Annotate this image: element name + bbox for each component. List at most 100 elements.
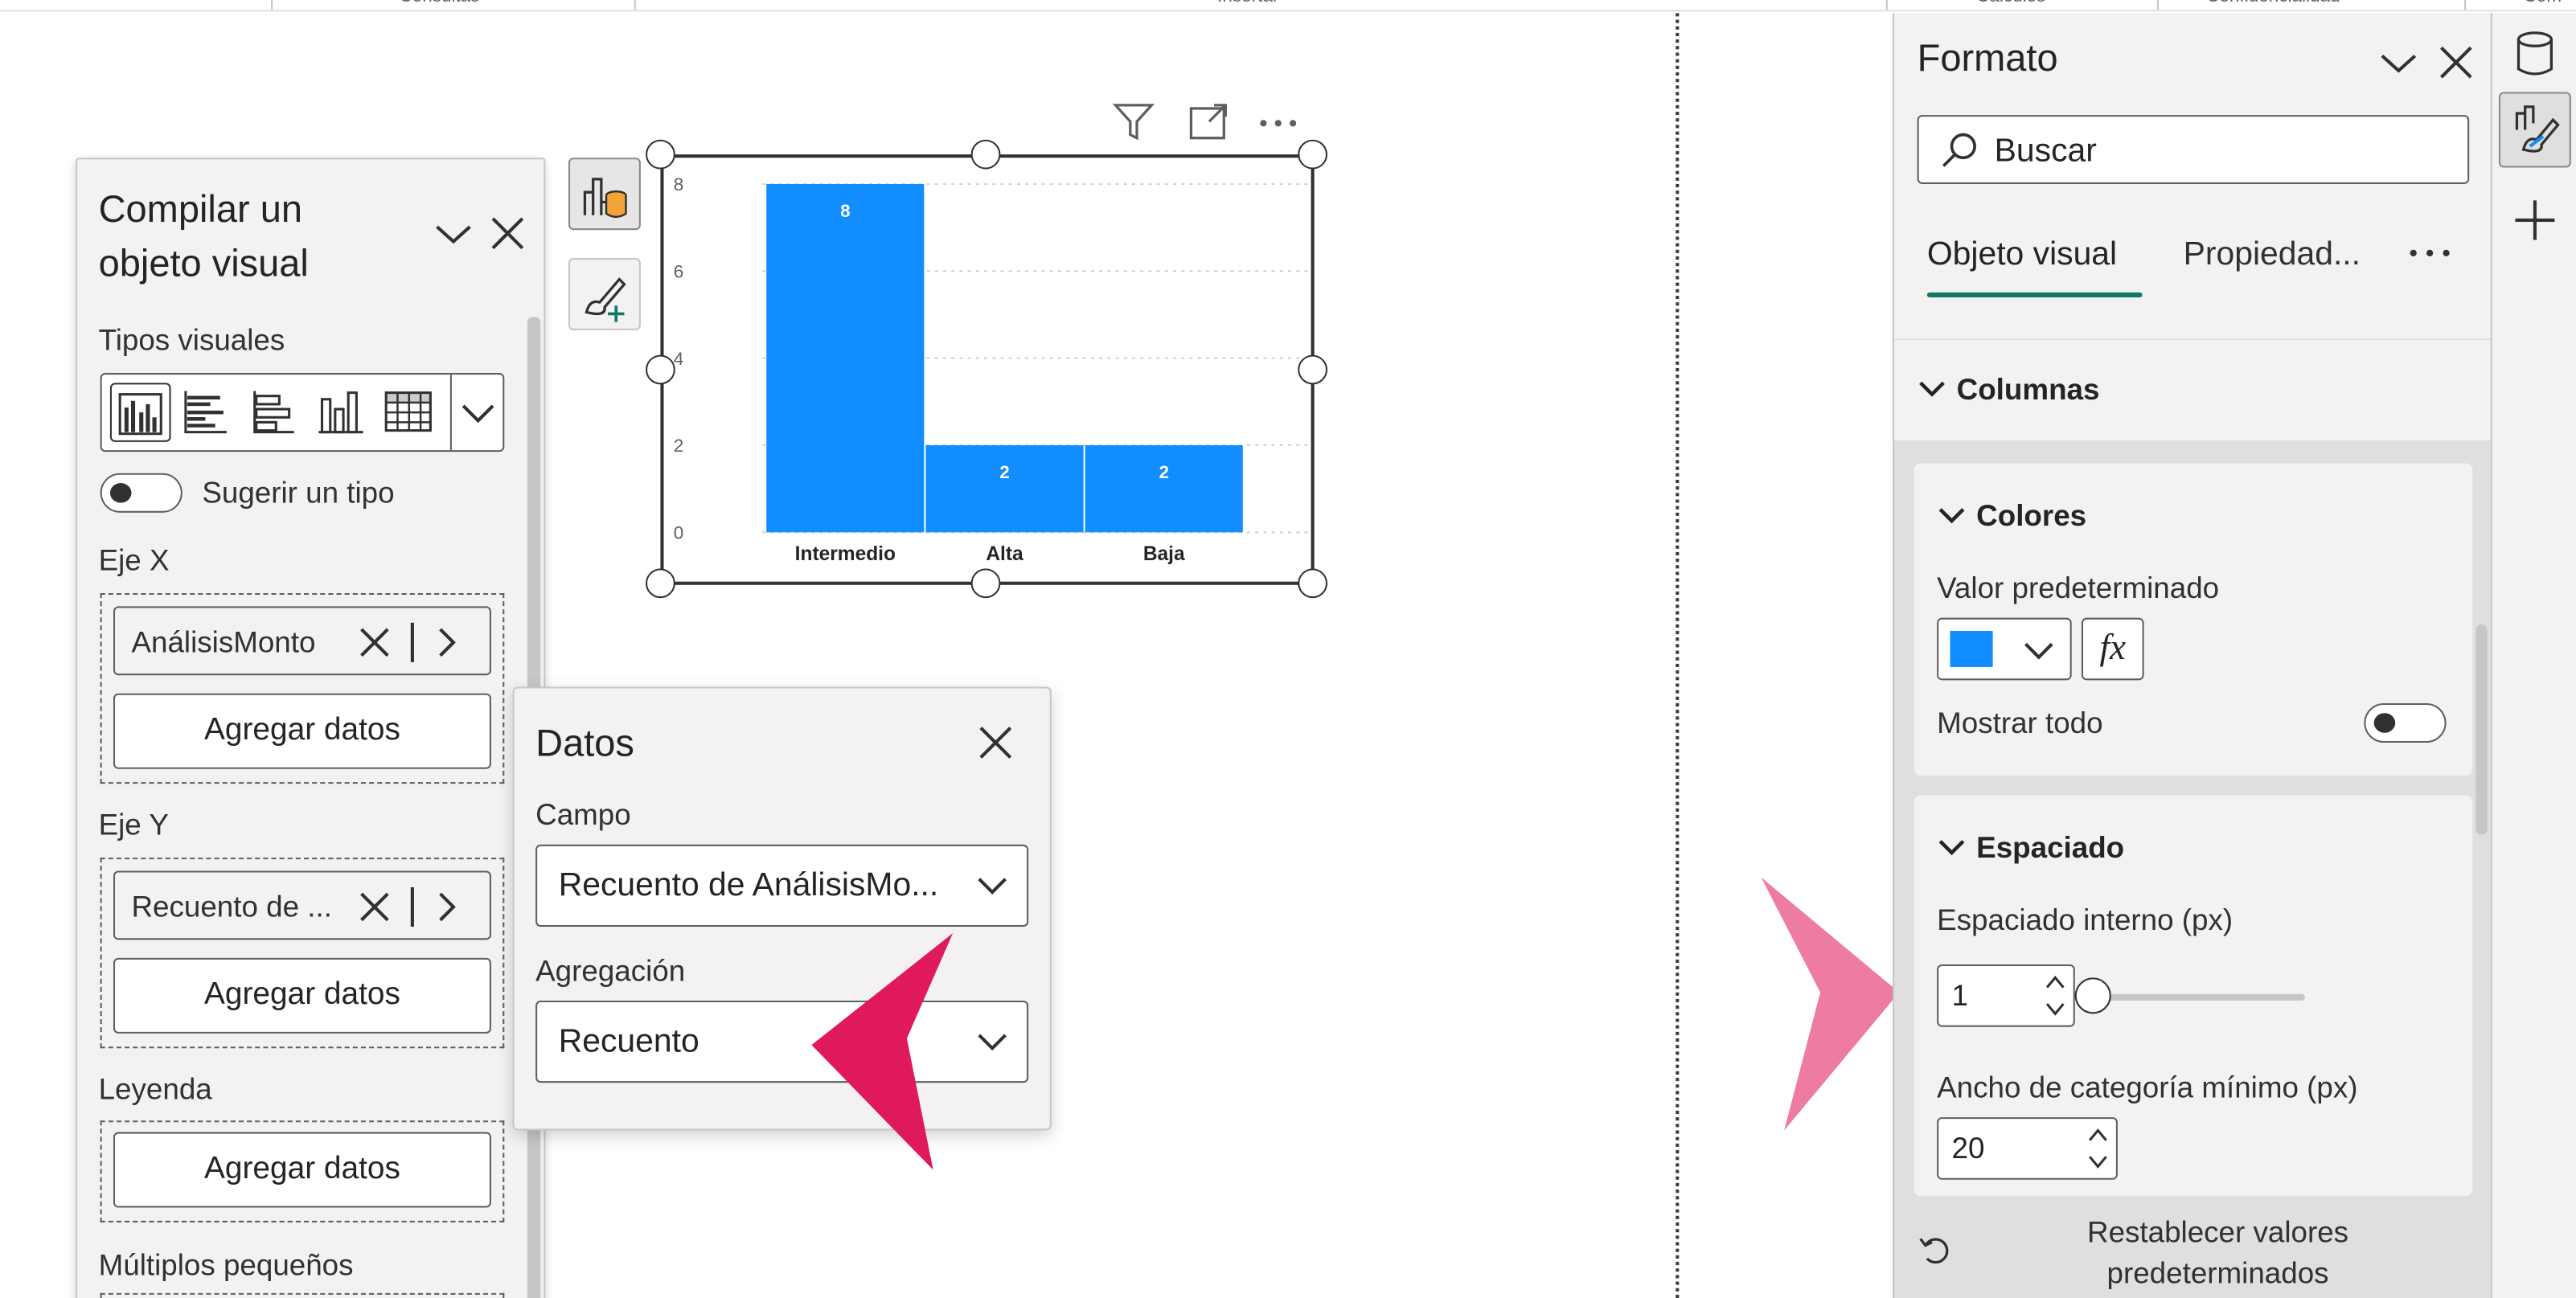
aggregation-dropdown-value: Recuento: [558, 1023, 699, 1060]
inner-padding-slider-thumb[interactable]: [2075, 977, 2112, 1014]
legend-add-data-button[interactable]: Agregar datos: [113, 1132, 491, 1208]
reset-defaults-button[interactable]: Restablecer valores predeterminados: [2065, 1213, 2371, 1295]
resize-handle[interactable]: [646, 354, 675, 385]
toggle-knob: [109, 483, 132, 503]
build-visual-button[interactable]: [568, 158, 641, 231]
y-tick-label: 0: [674, 523, 683, 543]
ribbon-separator: [1885, 0, 1888, 10]
build-visual-pane: Compilar un objeto visual Tipos visuales: [75, 158, 546, 1298]
bar-alta: [925, 445, 1084, 533]
format-pane-header: Formato Buscar Objeto visual Propiedad..…: [1894, 13, 2492, 339]
format-pane: Formato Buscar Objeto visual Propiedad..…: [1892, 13, 2492, 1298]
ribbon-group-label: Cálculos: [1976, 0, 2045, 6]
inner-padding-slider-track[interactable]: [2091, 993, 2305, 1001]
filter-icon[interactable]: [1110, 99, 1156, 153]
pill-divider: [410, 622, 413, 662]
active-tab-indicator: [1926, 292, 2143, 298]
table-icon[interactable]: [379, 383, 441, 442]
format-pane-scrollbar[interactable]: [2476, 624, 2488, 835]
add-pane-icon[interactable]: [2512, 197, 2558, 251]
visual-types-label: Tipos visuales: [98, 323, 285, 357]
remove-field-icon[interactable]: [355, 623, 394, 670]
close-icon[interactable]: [2434, 41, 2477, 92]
x-tick-label: Alta: [986, 543, 1023, 565]
search-icon: [1938, 129, 1981, 180]
resize-handle[interactable]: [646, 568, 675, 599]
columns-section-label: Columnas: [1956, 373, 2100, 406]
data-label: 2: [999, 462, 1009, 482]
x-axis-field-pill[interactable]: AnálisisMonto: [113, 606, 491, 676]
close-icon[interactable]: [974, 721, 1017, 772]
pane-switcher-rail: [2490, 13, 2576, 1298]
reset-icon[interactable]: [1918, 1232, 1954, 1276]
toggle-knob: [2373, 713, 2396, 733]
spacing-card: Espaciado Espaciado interno (px) 1 Ancho…: [1914, 795, 2473, 1197]
more-options-icon[interactable]: [2407, 236, 2453, 277]
collapse-chevron-icon[interactable]: [2377, 43, 2420, 90]
y-axis-field-pill[interactable]: Recuento de ...: [113, 870, 491, 940]
color-swatch: [1950, 631, 1993, 667]
y-tick-label: 6: [674, 261, 683, 281]
color-picker[interactable]: [1937, 617, 2072, 681]
more-visuals-chevron-icon[interactable]: [457, 393, 499, 432]
resize-handle[interactable]: [1298, 354, 1328, 385]
tab-general-properties[interactable]: Propiedad...: [2184, 236, 2361, 274]
format-search-input[interactable]: Buscar: [1917, 115, 2470, 184]
remove-field-icon[interactable]: [355, 887, 394, 935]
show-all-toggle[interactable]: [2364, 702, 2447, 743]
inner-padding-value: 1: [1951, 979, 1968, 1013]
close-icon[interactable]: [486, 212, 529, 255]
resize-handle[interactable]: [970, 139, 1001, 170]
resize-handle[interactable]: [970, 568, 1001, 599]
tab-visual[interactable]: Objeto visual: [1927, 236, 2117, 274]
y-axis-well: Recuento de ... Agregar datos: [100, 858, 505, 1049]
bar-intermedio: [766, 183, 925, 533]
inner-padding-stepper[interactable]: 1: [1937, 964, 2075, 1027]
ribbon-strip: Consultas Insertar Cálculos Confidencial…: [0, 0, 2576, 12]
clustered-bar-chart-icon[interactable]: [178, 383, 239, 442]
focus-mode-icon[interactable]: [1186, 99, 1232, 153]
chevron-down-icon[interactable]: [1937, 503, 1967, 538]
stepper-down-icon[interactable]: [2086, 1150, 2110, 1181]
column-chart-visual[interactable]: 0 2 4 6 8 8 Intermedio 2 Alta 2 Baja: [660, 154, 1315, 585]
ribbon-separator: [2464, 0, 2467, 10]
field-label: Campo: [535, 798, 631, 832]
column-chart-icon[interactable]: [312, 383, 373, 442]
chevron-down-icon: [2020, 636, 2057, 674]
data-pane-icon[interactable]: [2512, 30, 2558, 88]
collapse-chevron-icon[interactable]: [432, 214, 474, 253]
chevron-down-icon: [974, 869, 1011, 910]
resize-handle[interactable]: [1298, 568, 1328, 599]
x-axis-label: Eje X: [98, 543, 170, 577]
min-category-width-stepper[interactable]: 20: [1937, 1117, 2118, 1180]
expand-chevron-icon[interactable]: [433, 624, 460, 669]
conditional-formatting-button[interactable]: fx: [2081, 617, 2144, 681]
data-field-popup: Datos Campo Recuento de AnálisisMo... Ag…: [512, 686, 1052, 1131]
stacked-bar-chart-icon[interactable]: [244, 383, 306, 442]
more-options-icon[interactable]: [1255, 99, 1301, 153]
stepper-down-icon[interactable]: [2044, 997, 2067, 1029]
resize-handle[interactable]: [1298, 139, 1328, 170]
expand-chevron-icon[interactable]: [433, 889, 460, 933]
x-axis-add-data-button[interactable]: Agregar datos: [113, 693, 491, 769]
aggregation-label: Agregación: [535, 954, 686, 988]
show-all-label: Mostrar todo: [1937, 706, 2103, 739]
chart-canvas: 0 2 4 6 8 8 Intermedio 2 Alta 2 Baja: [674, 174, 1308, 565]
columns-section-header[interactable]: Columnas: [1894, 338, 2492, 440]
suggest-type-label: Sugerir un tipo: [202, 476, 395, 510]
data-label: 8: [840, 201, 850, 221]
gallery-divider: [449, 375, 452, 451]
resize-handle[interactable]: [646, 139, 675, 170]
clustered-column-chart-icon[interactable]: [109, 383, 171, 442]
visualizations-pane-button[interactable]: [2498, 92, 2571, 168]
y-axis-add-data-button[interactable]: Agregar datos: [113, 957, 491, 1034]
chevron-down-icon: [1918, 376, 1947, 411]
min-category-width-label: Ancho de categoría mínimo (px): [1937, 1071, 2358, 1104]
format-pane-title: Formato: [1917, 35, 2058, 80]
chevron-down-icon[interactable]: [1937, 835, 1967, 870]
field-dropdown[interactable]: Recuento de AnálisisMo...: [535, 844, 1029, 927]
search-placeholder: Buscar: [1994, 133, 2097, 170]
ribbon-separator: [2156, 0, 2159, 10]
suggest-type-toggle[interactable]: [100, 473, 183, 513]
format-visual-button[interactable]: [568, 257, 641, 330]
